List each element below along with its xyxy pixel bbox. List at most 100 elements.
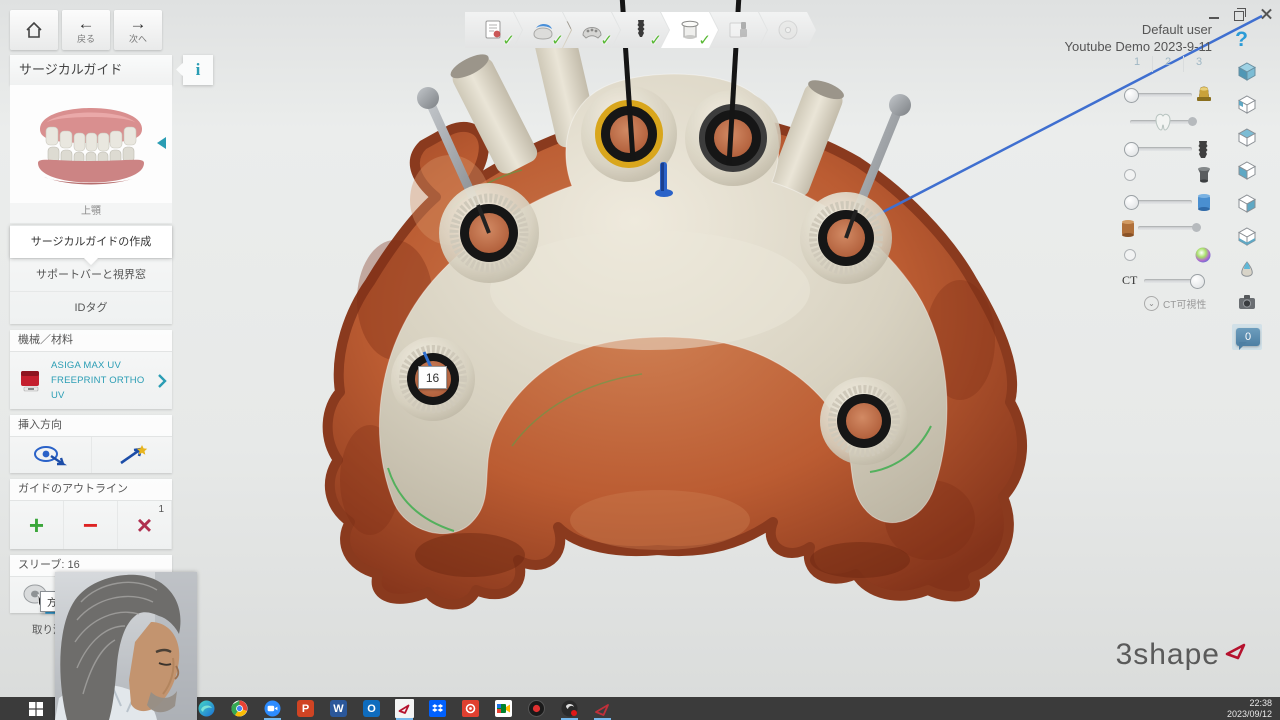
sleeve-dark-icon	[1192, 165, 1216, 187]
slider-handle[interactable]	[1190, 274, 1205, 289]
slider-teeth	[1112, 111, 1222, 133]
windows-start-button[interactable]	[26, 699, 45, 718]
insertion-section: 挿入方向	[10, 415, 172, 473]
taskbar-word[interactable]: W	[329, 699, 348, 718]
close-button[interactable]	[1260, 8, 1272, 20]
tooth-number-label: 16	[418, 366, 447, 389]
finalize-icon	[726, 18, 752, 42]
taskbar-edge[interactable]	[197, 699, 216, 718]
jaw-preview-image[interactable]	[10, 85, 172, 203]
outline-delete-button[interactable]: × 1	[118, 501, 172, 549]
taskbar-meet[interactable]	[494, 699, 513, 718]
cube-bottom-icon[interactable]	[1236, 225, 1258, 247]
insertion-header: 挿入方向	[10, 415, 172, 437]
view-preset-2[interactable]: 2	[1153, 56, 1184, 72]
cube-corner-icon[interactable]	[1236, 93, 1258, 115]
edge-icon	[198, 700, 215, 717]
obs-icon	[561, 700, 578, 717]
recording-badge	[571, 710, 577, 716]
taskbar-clock[interactable]: 22:38 2023/09/12	[1227, 698, 1272, 719]
logo-triangle-icon	[1224, 638, 1250, 662]
taskbar-recorder[interactable]	[527, 699, 546, 718]
cube-solid-icon[interactable]	[1236, 60, 1258, 82]
jaw-label: 上顎	[10, 203, 172, 223]
comments-button[interactable]: 0	[1232, 324, 1262, 350]
cylinder-copper-icon	[1118, 218, 1138, 240]
outlook-letter: O	[367, 703, 376, 715]
view-direction-button[interactable]	[10, 437, 92, 473]
outline-section: ガイドのアウトライン + − × 1	[10, 479, 172, 549]
restore-button[interactable]	[1234, 8, 1246, 20]
menu-item-create-guide[interactable]: サージカルガイドの作成	[10, 225, 172, 258]
outline-add-button[interactable]: +	[10, 501, 64, 549]
slider-implants	[1112, 138, 1222, 160]
chevron-right-icon	[156, 373, 168, 389]
cube-right-icon[interactable]	[1236, 192, 1258, 214]
powerpoint-icon: P	[297, 700, 314, 717]
windows-logo-icon	[29, 702, 43, 716]
slider-handle[interactable]	[1124, 88, 1139, 103]
cube-top-icon[interactable]	[1236, 126, 1258, 148]
info-button[interactable]: i	[183, 55, 213, 85]
workflow-step-order[interactable]: ✓	[465, 12, 522, 48]
back-button[interactable]: ← 戻る	[62, 10, 110, 50]
next-button[interactable]: → 次へ	[114, 10, 162, 50]
next-label: 次へ	[129, 32, 147, 45]
workflow-step-finalize[interactable]	[710, 12, 767, 48]
slider-handle[interactable]	[1124, 195, 1139, 210]
material-name: FREEPRINT ORTHO UV	[51, 373, 156, 403]
cube-left-icon[interactable]	[1236, 159, 1258, 181]
sleeve-s1[interactable]	[439, 183, 539, 283]
implant-icon	[631, 17, 651, 43]
taskbar-zoom[interactable]	[263, 699, 282, 718]
cross-section-icon[interactable]	[1236, 258, 1258, 280]
export-disc-icon	[776, 18, 800, 42]
dropbox-icon	[429, 700, 446, 717]
ct-visibility-toggle[interactable]: ⌄ CT可視性	[1144, 296, 1206, 311]
set-direction-button[interactable]	[92, 437, 173, 473]
row-sleeve-visibility	[1112, 164, 1222, 186]
taskbar-outlook[interactable]: O	[362, 699, 381, 718]
workflow-step-export[interactable]	[759, 12, 816, 48]
machine-selector[interactable]: ASIGA MAX UV FREEPRINT ORTHO UV	[10, 352, 172, 409]
taskbar-powerpoint[interactable]: P	[296, 699, 315, 718]
outline-header: ガイドのアウトライン	[10, 479, 172, 501]
taskbar-red-share[interactable]	[461, 699, 480, 718]
cylinder-blue-icon	[1194, 192, 1214, 214]
home-icon	[24, 20, 44, 40]
taskbar-chrome[interactable]	[230, 699, 249, 718]
minimize-button[interactable]	[1208, 8, 1220, 20]
outline-remove-button[interactable]: −	[64, 501, 118, 549]
home-button[interactable]	[10, 10, 58, 50]
arrow-left-icon: ←	[78, 16, 95, 31]
taskbar-obs[interactable]	[560, 699, 579, 718]
check-icon: ✓	[502, 31, 515, 49]
workflow-step-implant[interactable]: ✓	[612, 12, 669, 48]
view-preset-1[interactable]: 1	[1122, 56, 1153, 72]
case-name: Youtube Demo 2023-9-11	[1065, 39, 1212, 54]
presenter-video	[55, 572, 197, 720]
sleeve-radio[interactable]	[1124, 169, 1136, 181]
taskbar-dropbox[interactable]	[428, 699, 447, 718]
help-button[interactable]: ?	[1235, 28, 1248, 52]
workflow-step-scan[interactable]: ✓	[514, 12, 571, 48]
color-sphere-icon	[1194, 246, 1212, 264]
view-preset-3[interactable]: 3	[1184, 56, 1214, 72]
tooth-handle-icon[interactable]	[1150, 111, 1176, 133]
sleeve-s4[interactable]	[800, 192, 892, 284]
machine-section: 機械／材料 ASIGA MAX UV FREEPRINT ORTHO UV	[10, 330, 172, 409]
workflow-step-sleeve[interactable]: ✓	[661, 12, 718, 48]
menu-item-id-tag[interactable]: IDタグ	[10, 291, 172, 324]
slider-handle[interactable]	[1124, 142, 1139, 157]
screenshot-icon[interactable]	[1236, 291, 1258, 313]
ct-visibility-label: CT可視性	[1163, 296, 1206, 311]
color-radio[interactable]	[1124, 249, 1136, 261]
check-icon: ✓	[551, 31, 564, 49]
workflow-step-model[interactable]: ✓	[563, 12, 620, 48]
row-color	[1112, 244, 1222, 266]
taskbar-3shape[interactable]	[395, 699, 414, 718]
check-icon: ✓	[649, 31, 662, 49]
sleeve-s6[interactable]	[820, 377, 908, 465]
taskbar-triangle-viewer[interactable]	[593, 699, 612, 718]
3shape-logo: 3shape	[1116, 638, 1250, 672]
